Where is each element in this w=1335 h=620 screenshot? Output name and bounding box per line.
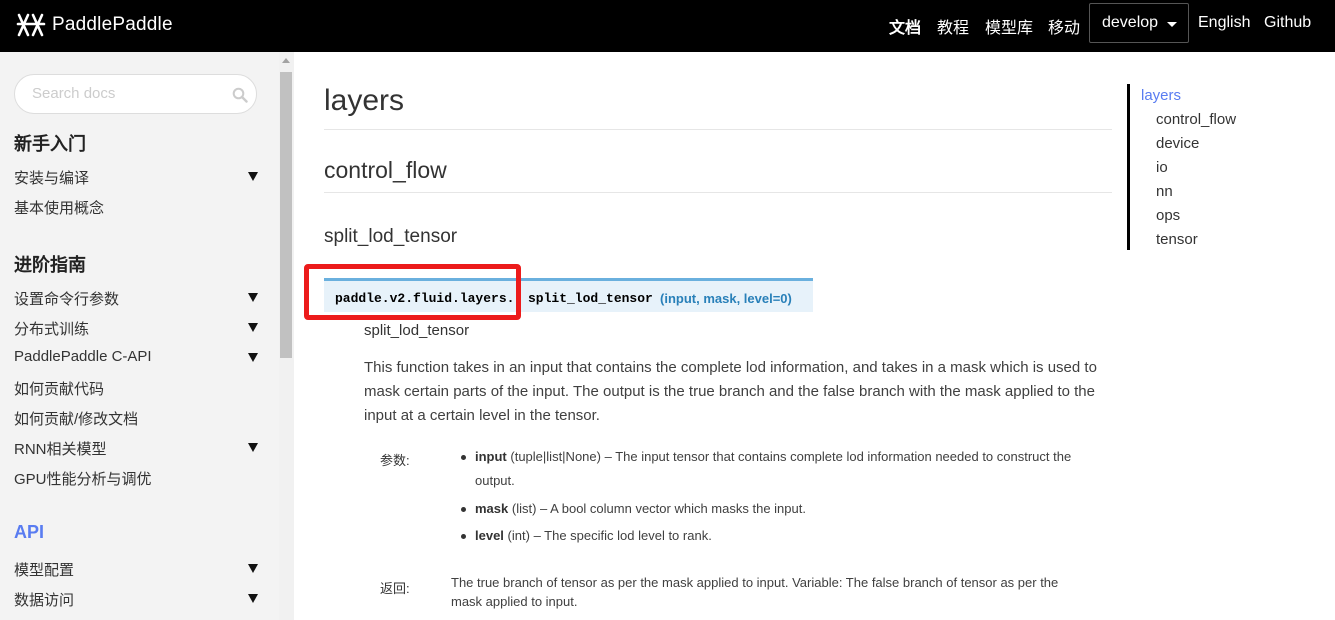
sidebar-item-label: PaddlePaddle C-API	[14, 348, 152, 365]
divider	[324, 192, 1112, 193]
scroll-up-arrow-icon[interactable]	[282, 58, 290, 63]
sidebar-item-capi[interactable]: PaddlePaddle C-API	[14, 348, 264, 368]
search-input[interactable]: Search docs	[14, 74, 257, 114]
param-desc: – The specific lod level to rank.	[533, 528, 712, 543]
toc-link-control-flow[interactable]: control_flow	[1156, 111, 1236, 128]
sidebar-item-label: GPU性能分析与调优	[14, 471, 152, 488]
sidebar-item-label: RNN相关模型	[14, 441, 107, 458]
param-name: mask	[475, 501, 509, 516]
nav-link-mobile[interactable]: 移动	[1048, 14, 1080, 38]
nav-link-docs[interactable]: 文档	[889, 14, 921, 38]
toc-link-device[interactable]: device	[1156, 135, 1199, 152]
expand-arrow-icon[interactable]	[248, 594, 258, 603]
section-title-getting-started[interactable]: 新手入门	[14, 130, 86, 156]
paddle-logo-icon	[16, 13, 46, 37]
section-heading: control_flow	[324, 157, 447, 183]
version-label: develop	[1102, 14, 1159, 31]
search-placeholder: Search docs	[32, 85, 116, 102]
section-title-api[interactable]: API	[14, 522, 44, 543]
toc-link-nn[interactable]: nn	[1156, 183, 1173, 200]
nav-link-tutorials[interactable]: 教程	[937, 14, 969, 38]
sidebar-item-gpu-profiling[interactable]: GPU性能分析与调优	[14, 468, 264, 488]
toc-rail	[1127, 84, 1130, 250]
highlight-box	[304, 264, 521, 320]
sidebar: Search docs 新手入门 安装与编译 基本使用概念 进阶指南 设置命令行…	[0, 52, 279, 620]
sidebar-item-install[interactable]: 安装与编译	[14, 167, 264, 187]
sidebar-item-data-access[interactable]: 数据访问	[14, 589, 264, 609]
search-icon[interactable]	[232, 87, 248, 103]
nav-link-github[interactable]: Github	[1264, 14, 1311, 32]
sidebar-item-label: 安装与编译	[14, 170, 90, 187]
sidebar-item-model-config[interactable]: 模型配置	[14, 559, 264, 579]
expand-arrow-icon[interactable]	[248, 293, 258, 302]
param-type: (list)	[511, 501, 537, 516]
param-type: (tuple|list|None)	[510, 449, 601, 464]
sidebar-item-basic-concepts[interactable]: 基本使用概念	[14, 197, 264, 217]
nav-link-english[interactable]: English	[1198, 14, 1250, 32]
sidebar-item-label: 如何贡献代码	[14, 381, 105, 398]
sidebar-item-contribute-code[interactable]: 如何贡献代码	[14, 378, 264, 398]
description-text: This function takes in an input that con…	[364, 359, 1097, 424]
signature-name: split_lod_tensor	[528, 291, 653, 306]
param-type: (int)	[507, 528, 530, 543]
param-name: input	[475, 449, 507, 464]
section-title-advanced[interactable]: 进阶指南	[14, 251, 86, 277]
signature-params: (input, mask, level=0)	[660, 291, 792, 306]
param-item-level: level (int) – The specific lod level to …	[461, 524, 1075, 548]
sidebar-item-cmd-args[interactable]: 设置命令行参数	[14, 288, 264, 308]
function-heading: split_lod_tensor	[324, 226, 458, 247]
sidebar-item-label: 分布式训练	[14, 321, 90, 338]
sidebar-item-label: 如何贡献/修改文档	[14, 411, 139, 428]
returns-label: 返回:	[380, 581, 410, 596]
expand-arrow-icon[interactable]	[248, 564, 258, 573]
expand-arrow-icon[interactable]	[248, 323, 258, 332]
param-desc: – A bool column vector which masks the i…	[540, 501, 806, 516]
expand-arrow-icon[interactable]	[248, 443, 258, 452]
nav-link-models[interactable]: 模型库	[985, 14, 1033, 38]
description-title: split_lod_tensor	[364, 322, 470, 339]
version-dropdown[interactable]: develop	[1089, 3, 1189, 43]
sidebar-item-label: 基本使用概念	[14, 200, 105, 217]
sidebar-item-label: 设置命令行参数	[14, 291, 120, 308]
params-label: 参数:	[380, 453, 410, 468]
sidebar-item-contribute-docs[interactable]: 如何贡献/修改文档	[14, 408, 264, 428]
expand-arrow-icon[interactable]	[248, 172, 258, 181]
toc-link-tensor[interactable]: tensor	[1156, 231, 1198, 248]
sidebar-item-rnn[interactable]: RNN相关模型	[14, 438, 264, 458]
toc-link-layers[interactable]: layers	[1141, 87, 1181, 104]
sidebar-item-label: 数据访问	[14, 592, 75, 609]
logo[interactable]: PaddlePaddle	[16, 10, 173, 40]
caret-down-icon	[1167, 21, 1178, 27]
expand-arrow-icon[interactable]	[248, 353, 258, 362]
returns-text: The true branch of tensor as per the mas…	[451, 575, 1059, 609]
sidebar-item-label: 模型配置	[14, 562, 75, 579]
scrollbar-thumb[interactable]	[280, 72, 292, 358]
page-title: layers	[324, 84, 405, 117]
logo-text: PaddlePaddle	[52, 14, 173, 35]
toc-link-ops[interactable]: ops	[1156, 207, 1180, 224]
param-item-input: input (tuple|list|None) – The input tens…	[461, 445, 1075, 493]
sidebar-item-distributed[interactable]: 分布式训练	[14, 318, 264, 338]
param-item-mask: mask (list) – A bool column vector which…	[461, 497, 1075, 521]
toc-link-io[interactable]: io	[1156, 159, 1168, 176]
divider	[324, 129, 1112, 130]
top-navbar: PaddlePaddle 文档 教程 模型库 移动 develop Englis…	[0, 0, 1335, 52]
param-name: level	[475, 528, 504, 543]
